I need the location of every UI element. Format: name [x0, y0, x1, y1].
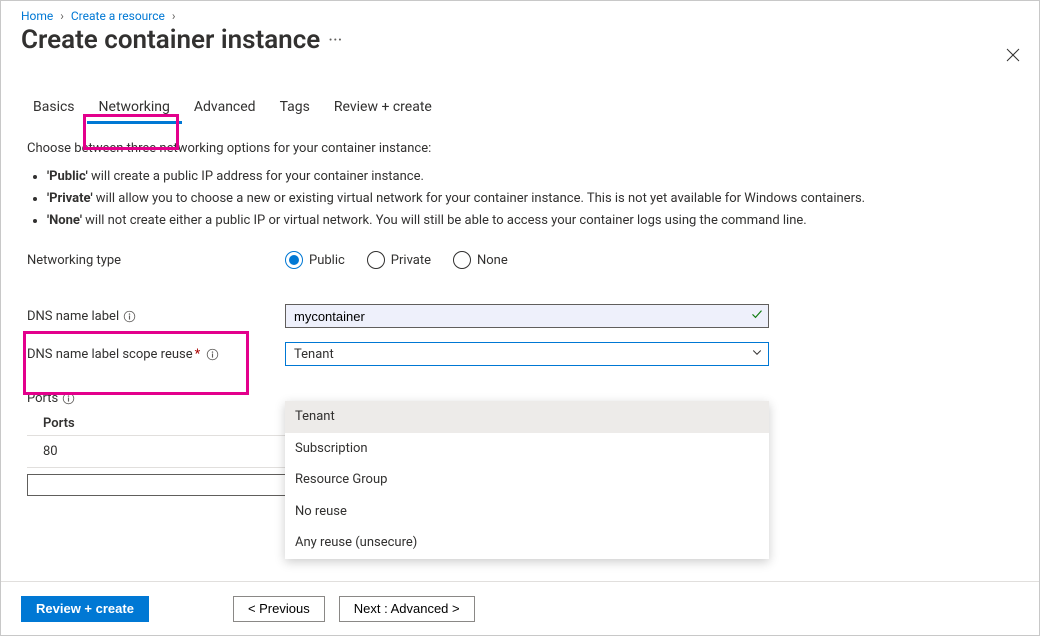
dropdown-option-no-reuse[interactable]: No reuse	[285, 496, 769, 528]
dropdown-option-subscription[interactable]: Subscription	[285, 433, 769, 465]
tab-review[interactable]: Review + create	[322, 93, 444, 124]
breadcrumb-separator: ›	[172, 9, 176, 23]
footer-bar: Review + create < Previous Next : Advanc…	[1, 581, 1039, 635]
tab-networking[interactable]: Networking	[87, 93, 182, 124]
tab-bar: Basics Networking Advanced Tags Review +…	[1, 55, 1039, 124]
tab-basics[interactable]: Basics	[21, 93, 87, 124]
check-icon	[751, 308, 763, 324]
dropdown-option-tenant[interactable]: Tenant	[285, 401, 769, 433]
more-actions-icon[interactable]: ···	[328, 30, 342, 51]
dns-scope-select[interactable]: Tenant	[285, 342, 769, 366]
bullet-none: 'None' will not create either a public I…	[47, 211, 927, 231]
breadcrumb-home[interactable]: Home	[21, 9, 53, 23]
info-icon[interactable]	[206, 348, 219, 361]
intro-text: Choose between three networking options …	[27, 140, 927, 159]
radio-none[interactable]: None	[453, 251, 508, 269]
tab-advanced[interactable]: Advanced	[182, 93, 268, 124]
chevron-down-icon	[751, 346, 763, 362]
info-icon[interactable]	[62, 392, 75, 405]
next-button[interactable]: Next : Advanced >	[339, 596, 475, 622]
bullet-private: 'Private' will allow you to choose a new…	[47, 189, 927, 209]
close-icon	[1005, 47, 1021, 63]
radio-public[interactable]: Public	[285, 251, 345, 269]
intro-bullets: 'Public' will create a public IP address…	[47, 167, 927, 231]
tab-tags[interactable]: Tags	[268, 93, 322, 124]
page-title: Create container instance	[21, 25, 328, 55]
breadcrumb: Home › Create a resource ›	[1, 1, 1039, 23]
bullet-public: 'Public' will create a public IP address…	[47, 167, 927, 187]
dropdown-option-resource-group[interactable]: Resource Group	[285, 464, 769, 496]
label-dns-name: DNS name label	[27, 309, 285, 324]
networking-type-radio-group: Public Private None	[285, 251, 769, 269]
label-dns-scope: DNS name label scope reuse *	[27, 347, 285, 362]
dropdown-option-any-reuse[interactable]: Any reuse (unsecure)	[285, 527, 769, 559]
close-button[interactable]	[1005, 47, 1021, 67]
info-icon[interactable]	[123, 310, 136, 323]
dns-scope-dropdown: Tenant Subscription Resource Group No re…	[285, 401, 769, 559]
previous-button[interactable]: < Previous	[233, 596, 325, 622]
review-create-button[interactable]: Review + create	[21, 596, 149, 622]
radio-private[interactable]: Private	[367, 251, 431, 269]
label-networking-type: Networking type	[27, 253, 285, 268]
breadcrumb-create-resource[interactable]: Create a resource	[71, 9, 165, 23]
breadcrumb-separator: ›	[60, 9, 64, 23]
dns-name-input[interactable]	[285, 304, 769, 328]
